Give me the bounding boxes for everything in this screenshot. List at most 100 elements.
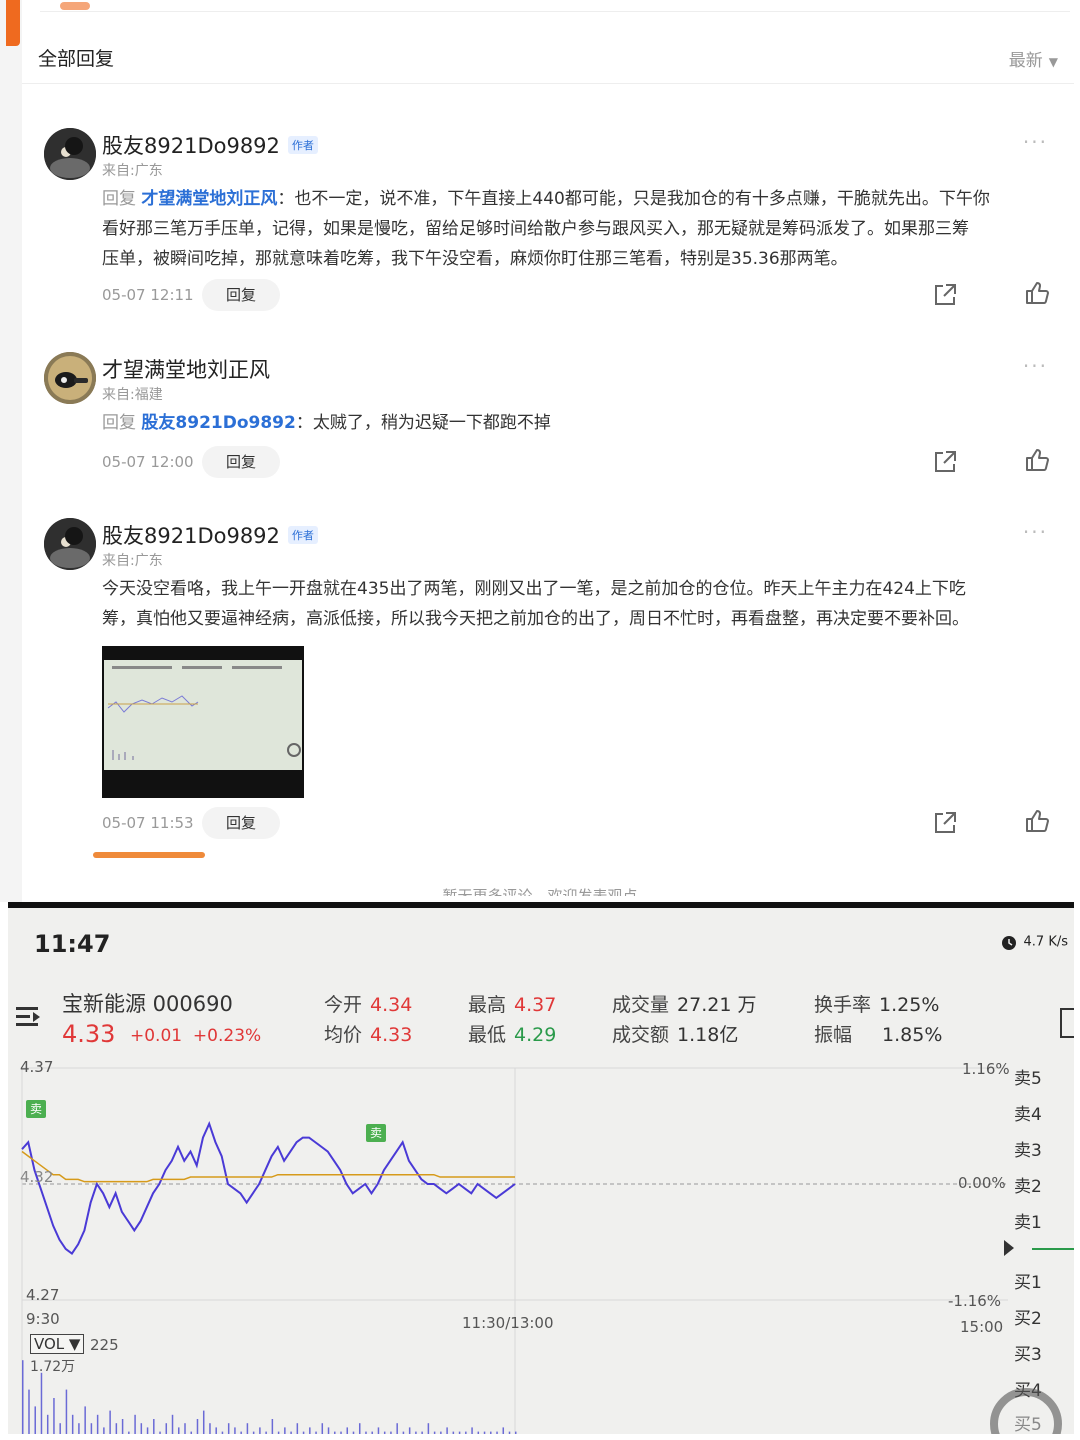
volume-bar — [390, 1431, 392, 1434]
stat-value: 27.21 万 — [677, 994, 757, 1016]
volume-bar — [121, 1419, 124, 1434]
username-text: 股友8921Do9892 — [102, 524, 280, 548]
volume-bar — [190, 1431, 192, 1434]
y-axis-bottom: 4.27 — [26, 1286, 60, 1304]
volume-bar — [483, 1431, 486, 1434]
username[interactable]: 股友8921Do9892 作者 — [102, 130, 318, 160]
volume-bar — [402, 1431, 405, 1434]
stat-label: 最低 — [468, 1024, 507, 1046]
volume-bar — [140, 1423, 143, 1434]
change-value: +0.01 — [130, 1026, 183, 1046]
volume-bar — [296, 1423, 299, 1434]
y-axis-mid: 4.32 — [20, 1168, 54, 1186]
volume-bar — [340, 1431, 342, 1434]
reply-prefix: 回复 — [102, 189, 136, 209]
alarm-clock-icon — [999, 932, 1019, 952]
menu-icon[interactable] — [14, 1002, 44, 1032]
volume-bar — [202, 1410, 205, 1434]
comment-item: 股友8921Do9892 作者 来自:广东 ··· 回复 才望满堂地刘正风：也不一… — [22, 128, 1074, 318]
stat-label: 均价 — [324, 1024, 363, 1046]
orderbook-level: 卖5 — [1014, 1069, 1042, 1089]
reply-button[interactable]: 回复 — [202, 807, 280, 839]
volume-bar — [90, 1423, 93, 1434]
thumbs-up-icon[interactable] — [1024, 280, 1050, 306]
more-options-icon[interactable]: ··· — [1023, 520, 1048, 544]
reply-button[interactable]: 回复 — [202, 446, 280, 478]
username[interactable]: 股友8921Do9892 作者 — [102, 520, 318, 550]
volume-bar — [290, 1431, 292, 1434]
volume-bar — [71, 1414, 74, 1434]
stat-value: 4.37 — [514, 994, 557, 1016]
avatar[interactable] — [44, 518, 96, 570]
volume-bar — [277, 1431, 280, 1434]
intraday-chart-svg — [21, 1067, 1008, 1434]
trading-screen-photo: 11:47 4.7 K/s 宝新能源 000690 4.33 +0.01 +0.… — [8, 902, 1074, 1434]
thread-header: 全部回复 最新 ▼ — [22, 30, 1074, 84]
expand-icon[interactable] — [1060, 1008, 1074, 1038]
pct-axis-mid: 0.00% — [958, 1174, 1006, 1192]
thumbs-up-icon[interactable] — [1024, 808, 1050, 834]
left-accent-marker — [6, 0, 20, 46]
stat-value: 1.85% — [882, 1024, 943, 1046]
orderbook-level: 卖1 — [1014, 1213, 1042, 1233]
volume-selector[interactable]: VOL ▼ — [30, 1334, 85, 1354]
share-icon[interactable] — [932, 810, 958, 836]
more-options-icon[interactable]: ··· — [1023, 130, 1048, 154]
stock-price: 4.33 — [62, 1020, 116, 1048]
more-options-icon[interactable]: ··· — [1023, 354, 1048, 378]
volume-bar — [115, 1423, 118, 1434]
stat-volume: 成交量 27.21 万 — [612, 990, 756, 1017]
location-text: 来自:广东 — [102, 163, 163, 179]
volume-value: 225 — [90, 1336, 119, 1354]
comment-body: 回复 才望满堂地刘正风：也不一定，说不准，下午直接上440都可能，只是我加仓的有… — [102, 184, 1042, 274]
caret-down-icon: ▼ — [1048, 55, 1058, 69]
volume-bar — [284, 1427, 286, 1434]
reply-prefix: 回复 — [102, 413, 136, 433]
comment-body: 今天没空看咯，我上午一开盘就在435出了两笔，刚刚又出了一笔，是之前加仓的仓位。… — [102, 574, 1042, 634]
status-clock: 11:47 — [34, 930, 111, 958]
username[interactable]: 才望满堂地刘正风 — [102, 354, 270, 384]
stat-label: 今开 — [324, 994, 363, 1016]
volume-bar — [446, 1427, 448, 1434]
share-icon[interactable] — [932, 282, 958, 308]
sort-dropdown[interactable]: 最新 ▼ — [1009, 46, 1058, 71]
avatar[interactable] — [44, 128, 96, 180]
orderbook-level: 买1 — [1014, 1273, 1042, 1293]
current-price-arrow-icon — [1004, 1240, 1014, 1256]
volume-bar — [421, 1431, 423, 1434]
attached-image-thumbnail[interactable] — [102, 646, 304, 798]
username-text: 才望满堂地刘正风 — [102, 358, 270, 382]
orderbook-level: 买3 — [1014, 1345, 1042, 1365]
volume-bar — [471, 1427, 473, 1434]
volume-bar — [265, 1431, 267, 1434]
volume-bar — [128, 1431, 130, 1434]
stat-high: 最高 4.37 — [468, 990, 556, 1017]
reply-button[interactable]: 回复 — [202, 279, 280, 311]
author-badge: 作者 — [287, 136, 318, 154]
stat-avg: 均价 4.33 — [324, 1020, 412, 1047]
top-cut-dot — [60, 2, 90, 10]
stat-low: 最低 4.29 — [468, 1020, 556, 1047]
volume-bar — [415, 1431, 417, 1434]
share-icon[interactable] — [932, 449, 958, 475]
volume-bar — [165, 1423, 168, 1434]
volume-bar — [371, 1431, 373, 1434]
comment-thread: 全部回复 最新 ▼ 股友8921Do9892 作者 来自:广东 ··· 回复 才望满… — [0, 0, 1080, 902]
volume-bar — [502, 1427, 505, 1434]
volume-bar — [396, 1423, 398, 1434]
volume-bar — [196, 1419, 199, 1434]
volume-bar — [153, 1419, 155, 1434]
intraday-chart — [8, 1056, 1074, 1434]
volume-bar — [221, 1431, 224, 1434]
stat-label: 换手率 — [814, 994, 872, 1016]
stat-label: 最高 — [468, 994, 507, 1016]
avatar[interactable] — [44, 352, 96, 404]
volume-bar — [65, 1389, 68, 1434]
thumbs-up-icon[interactable] — [1024, 447, 1050, 473]
location-text: 来自:福建 — [102, 387, 163, 403]
volume-bar — [109, 1410, 111, 1434]
comment-text-line: ：太贼了，稍为迟疑一下都跑不掉 — [295, 413, 551, 433]
mention-link[interactable]: 才望满堂地刘正风 — [141, 189, 277, 209]
comment-text-line: 压单，被瞬间吃掉，那就意味着吃筹，我下午没空看，麻烦你盯住那三笔看，特别是35.… — [102, 249, 848, 269]
mention-link[interactable]: 股友8921Do9892 — [141, 413, 295, 433]
